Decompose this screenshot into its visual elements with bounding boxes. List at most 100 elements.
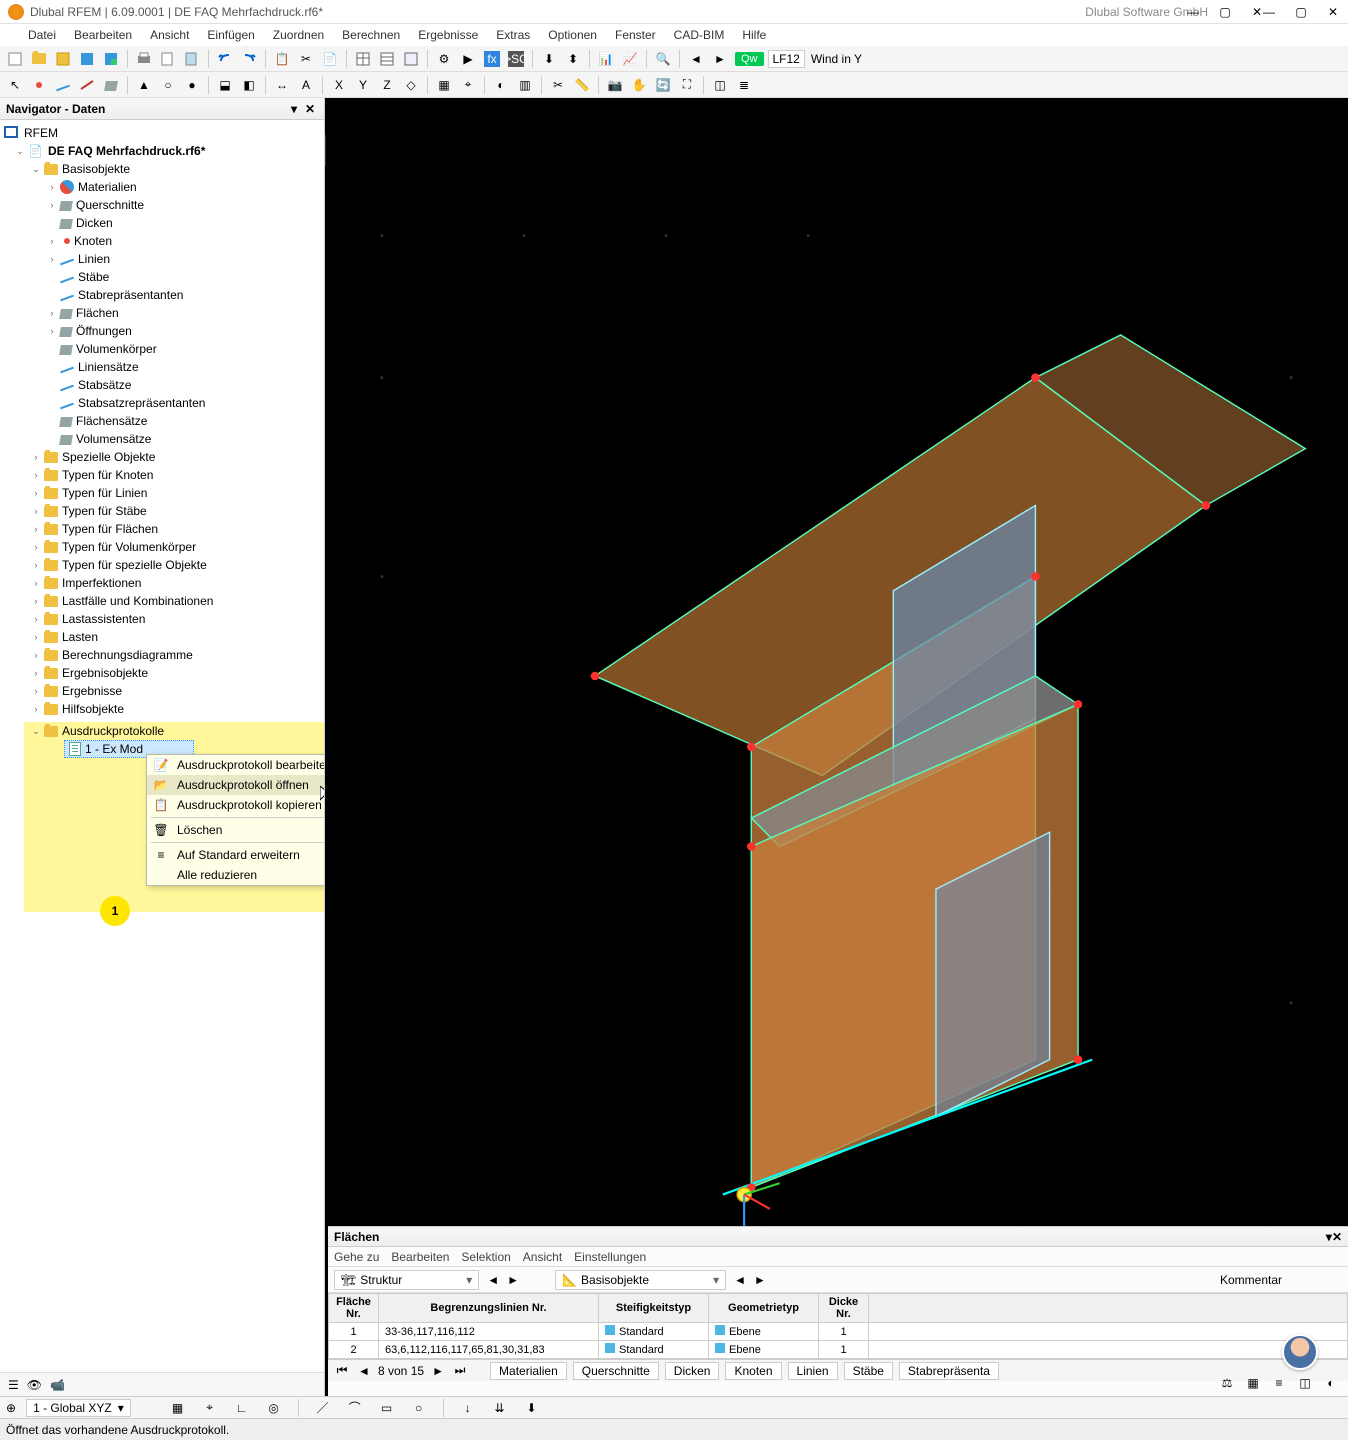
tool-view-z[interactable]: Z xyxy=(376,74,398,96)
selector-basisobjekte[interactable]: 📐 Basisobjekte ▾ xyxy=(555,1270,726,1290)
tree-folder-lastfälle-und-kombinationen[interactable]: ›Lastfälle und Kombinationen xyxy=(0,592,324,610)
flaechen-table[interactable]: Fläche Nr. Begrenzungslinien Nr. Steifig… xyxy=(328,1293,1348,1359)
tree-item-öffnungen[interactable]: ›Öffnungen xyxy=(0,322,324,340)
tool-print-preview[interactable] xyxy=(157,48,179,70)
tool-view-iso[interactable]: ◇ xyxy=(400,74,422,96)
tool-surface[interactable] xyxy=(100,74,122,96)
tool-block-manager[interactable] xyxy=(52,48,74,70)
tool-table2[interactable] xyxy=(376,48,398,70)
tool-new[interactable] xyxy=(4,48,26,70)
status-view-icon[interactable]: ◫ xyxy=(1294,1372,1316,1394)
menu-zuordnen[interactable]: Zuordnen xyxy=(265,26,332,44)
toggle-icon[interactable]: ⌄ xyxy=(30,163,42,175)
tree-folder-imperfektionen[interactable]: ›Imperfektionen xyxy=(0,574,324,592)
nav-view-icon[interactable]: ☰ xyxy=(8,1378,19,1392)
mdi-restore-button[interactable]: ▢ xyxy=(1210,2,1240,22)
panel-close-icon[interactable]: ✕ xyxy=(302,101,318,117)
tree-folder-typen-für-flächen[interactable]: ›Typen für Flächen xyxy=(0,520,324,538)
status-line-icon[interactable]: ／ xyxy=(312,1397,334,1419)
tree-item-dicken[interactable]: Dicken xyxy=(0,214,324,232)
status-snap-icon[interactable]: ⌖ xyxy=(199,1397,221,1419)
toggle-icon[interactable]: ⌄ xyxy=(14,145,26,157)
tool-support[interactable]: ▲ xyxy=(133,74,155,96)
tool-calc[interactable]: ⚙ xyxy=(433,48,455,70)
tab-materialien[interactable]: Materialien xyxy=(490,1362,567,1380)
tool-material[interactable]: ◧ xyxy=(238,74,260,96)
tree-printouts[interactable]: ⌄ Ausdruckprotokolle xyxy=(24,722,324,740)
tree-folder-typen-für-knoten[interactable]: ›Typen für Knoten xyxy=(0,466,324,484)
tool-cam[interactable]: 📷 xyxy=(604,74,626,96)
tree-root[interactable]: RFEM xyxy=(0,124,324,142)
tool-member[interactable] xyxy=(76,74,98,96)
tool-table3[interactable] xyxy=(400,48,422,70)
maximize-button[interactable]: ▢ xyxy=(1286,2,1316,22)
tool-measure[interactable]: 📏 xyxy=(571,74,593,96)
menu-cad-bim[interactable]: CAD-BIM xyxy=(666,26,733,44)
tree-item-knoten[interactable]: ›Knoten xyxy=(0,232,324,250)
toggle-icon[interactable]: › xyxy=(46,325,58,337)
tool-results[interactable]: 📊 xyxy=(595,48,617,70)
submenu-edit[interactable]: Bearbeiten xyxy=(391,1250,449,1264)
tree-folder-typen-für-volumenkörper[interactable]: ›Typen für Volumenkörper xyxy=(0,538,324,556)
tool-chart[interactable]: 📈 xyxy=(619,48,641,70)
tool-save-as[interactable] xyxy=(100,48,122,70)
menu-berechnen[interactable]: Berechnen xyxy=(334,26,408,44)
ctx-edit[interactable]: 📝 Ausdruckprotokoll bearbeiten xyxy=(147,755,324,775)
3d-viewport[interactable]: z X Y Z +X -Y xyxy=(325,98,1348,1396)
toggle-icon[interactable]: › xyxy=(30,541,42,553)
tree-folder-spezielle-objekte[interactable]: ›Spezielle Objekte xyxy=(0,448,324,466)
toggle-icon[interactable]: › xyxy=(46,235,58,247)
tool-layers[interactable]: ≣ xyxy=(733,74,755,96)
nav-camera-icon[interactable]: 📹 xyxy=(50,1378,65,1392)
tool-view-x[interactable]: X xyxy=(328,74,350,96)
ctx-collapse[interactable]: Alle reduzieren xyxy=(147,865,324,885)
tree-folder-lastassistenten[interactable]: ›Lastassistenten xyxy=(0,610,324,628)
tool-redo[interactable] xyxy=(238,48,260,70)
submenu-goto[interactable]: Gehe zu xyxy=(334,1250,379,1264)
badge-qw[interactable]: Qw xyxy=(735,52,764,66)
tool-tables[interactable] xyxy=(352,48,374,70)
tree-model[interactable]: ⌄ 📄 DE FAQ Mehrfachdruck.rf6* xyxy=(0,142,324,160)
sel2-next[interactable]: ► xyxy=(754,1273,766,1287)
toggle-icon[interactable]: › xyxy=(30,523,42,535)
tool-save[interactable] xyxy=(76,48,98,70)
tool-next-lc[interactable]: ► xyxy=(709,48,731,70)
tool-grid[interactable]: ▦ xyxy=(433,74,455,96)
tree-folder-lasten[interactable]: ›Lasten xyxy=(0,628,324,646)
mdi-minimize-button[interactable]: — xyxy=(1178,2,1208,22)
tool-view-y[interactable]: Y xyxy=(352,74,374,96)
menu-ansicht[interactable]: Ansicht xyxy=(142,26,197,44)
tool-sc[interactable]: >SC xyxy=(505,48,527,70)
tree-item-stäbe[interactable]: Stäbe xyxy=(0,268,324,286)
status-render-icon[interactable]: ◐ xyxy=(1320,1372,1342,1394)
ctx-open[interactable]: 📂 Ausdruckprotokoll öffnen xyxy=(147,775,324,795)
tool-node[interactable] xyxy=(28,74,50,96)
tool-text[interactable]: A xyxy=(295,74,317,96)
status-grid-icon[interactable]: ▦ xyxy=(167,1397,189,1419)
tool-render[interactable]: ◐ xyxy=(490,74,512,96)
sel2-prev[interactable]: ◄ xyxy=(734,1273,746,1287)
tree-basis[interactable]: ⌄ Basisobjekte xyxy=(0,160,324,178)
status-rect-icon[interactable]: ▭ xyxy=(376,1397,398,1419)
submenu-view[interactable]: Ansicht xyxy=(523,1250,562,1264)
tree-folder-berechnungsdiagramme[interactable]: ›Berechnungsdiagramme xyxy=(0,646,324,664)
status-ortho-icon[interactable]: ∟ xyxy=(231,1397,253,1419)
toggle-icon[interactable]: › xyxy=(30,685,42,697)
tree-item-volumenkörper[interactable]: Volumenkörper xyxy=(0,340,324,358)
tree-item-flächensätze[interactable]: Flächensätze xyxy=(0,412,324,430)
table-row[interactable]: 263,6,112,116,117,65,81,30,31,83Standard… xyxy=(329,1341,1348,1359)
tool-rotate[interactable]: 🔄 xyxy=(652,74,674,96)
toggle-icon[interactable]: › xyxy=(46,307,58,319)
tree-item-materialien[interactable]: ›Materialien xyxy=(0,178,324,196)
tool-print-report[interactable] xyxy=(181,48,203,70)
assistant-avatar[interactable] xyxy=(1282,1334,1318,1370)
submenu-settings[interactable]: Einstellungen xyxy=(574,1250,646,1264)
sel1-prev[interactable]: ◄ xyxy=(487,1273,499,1287)
tool-cut[interactable]: ✂ xyxy=(295,48,317,70)
tree-item-stabsätze[interactable]: Stabsätze xyxy=(0,376,324,394)
panel-dropdown-icon[interactable]: ▾ xyxy=(286,101,302,117)
toggle-icon[interactable]: › xyxy=(46,253,58,265)
toggle-icon[interactable]: › xyxy=(30,505,42,517)
status-load-icon[interactable]: ↓ xyxy=(457,1397,479,1419)
tool-open[interactable] xyxy=(28,48,50,70)
